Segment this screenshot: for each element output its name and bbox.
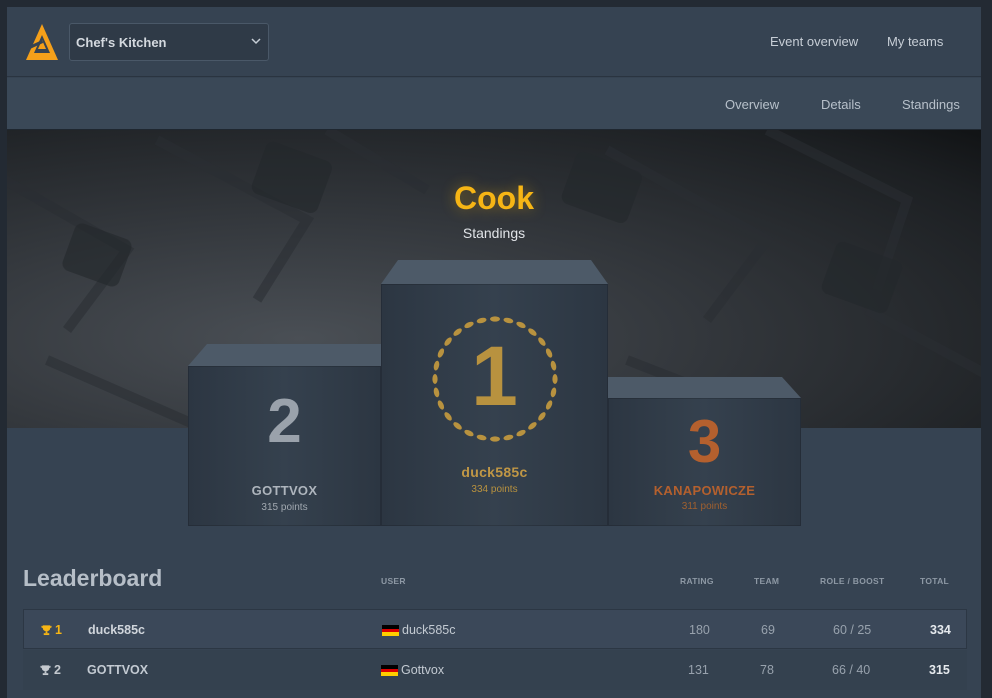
trophy-icon [41,625,52,636]
event-subtitle: Standings [462,225,526,241]
column-header-role-boost[interactable]: ROLE / BOOST [820,576,885,586]
role-boost-cell: 60 / 25 [833,623,872,637]
total-cell: 315 [929,663,950,677]
podium-points-third: 311 points [681,501,728,512]
tab-standings[interactable]: Standings [902,97,960,112]
laurel-leaf [464,429,474,437]
event-title: Cook [454,180,534,216]
podium-rank-second: 2 [267,387,302,456]
team-select[interactable]: Chef's Kitchen [69,23,269,61]
podium-name-first: duck585c [461,464,528,480]
top-bar: Chef's Kitchen Event overview My teams [7,7,981,77]
team-select-value: Chef's Kitchen [76,35,167,50]
laurel-leaf [476,317,487,324]
table-row[interactable]: 1 duck585c duck585c 180 69 60 / 25 334 [23,609,967,649]
team-name-cell[interactable]: GOTTVOX [87,663,148,677]
laurel-leaf [490,436,500,442]
laurel-leaf [503,317,514,324]
team-cell: 78 [760,663,774,677]
podium-name-second: GOTTVOX [251,483,318,498]
podium-third[interactable]: 3 KANAPOWICZE 311 points [608,377,801,526]
rank-cell: 2 [54,663,61,677]
laurel-leaf [503,434,514,441]
column-header-total[interactable]: TOTAL [920,576,949,586]
column-header-rating[interactable]: RATING [680,576,714,586]
trophy-icon [40,665,51,676]
podium-rank-first: 1 [471,329,518,423]
team-cell: 69 [761,623,775,637]
sub-nav: Overview Details Standings [7,78,981,130]
tab-overview[interactable]: Overview [725,97,779,112]
podium-top-face [188,344,381,366]
podium-rank-third: 3 [687,408,722,475]
podium-first[interactable]: 1 duck585c 334 points [381,260,608,526]
flag-germany-icon [382,625,399,636]
rating-cell: 180 [689,623,710,637]
laurel-leaf [516,429,526,437]
podium-points-second: 315 points [261,502,308,513]
team-name-cell[interactable]: duck585c [88,623,145,637]
laurel-leaf [476,434,487,441]
leaderboard-title: Leaderboard [23,565,163,591]
rating-cell: 131 [688,663,709,677]
podium-top-face [608,377,801,398]
brand-logo-icon[interactable] [25,23,59,61]
rank-cell: 1 [55,623,62,637]
table-row[interactable]: 2 GOTTVOX Gottvox 131 78 66 / 40 315 [23,650,967,690]
chevron-down-icon [251,38,261,45]
podium-second[interactable]: 2 GOTTVOX 315 points [188,344,381,526]
nav-my-teams[interactable]: My teams [887,34,943,49]
total-cell: 334 [930,623,951,637]
flag-germany-icon [381,665,398,676]
podium-name-third: KANAPOWICZE [653,483,756,498]
tab-details[interactable]: Details [821,97,861,112]
column-header-user[interactable]: USER [381,576,406,586]
window-frame: Chef's Kitchen Event overview My teams O… [0,0,992,698]
podium-top-face [381,260,608,284]
user-cell[interactable]: duck585c [402,623,456,637]
role-boost-cell: 66 / 40 [832,663,871,677]
laurel-leaf [490,316,500,322]
user-cell[interactable]: Gottvox [401,663,444,677]
column-header-team[interactable]: TEAM [754,576,779,586]
podium-points-first: 334 points [471,484,518,495]
app: Chef's Kitchen Event overview My teams O… [7,7,981,698]
nav-event-overview[interactable]: Event overview [770,34,858,49]
